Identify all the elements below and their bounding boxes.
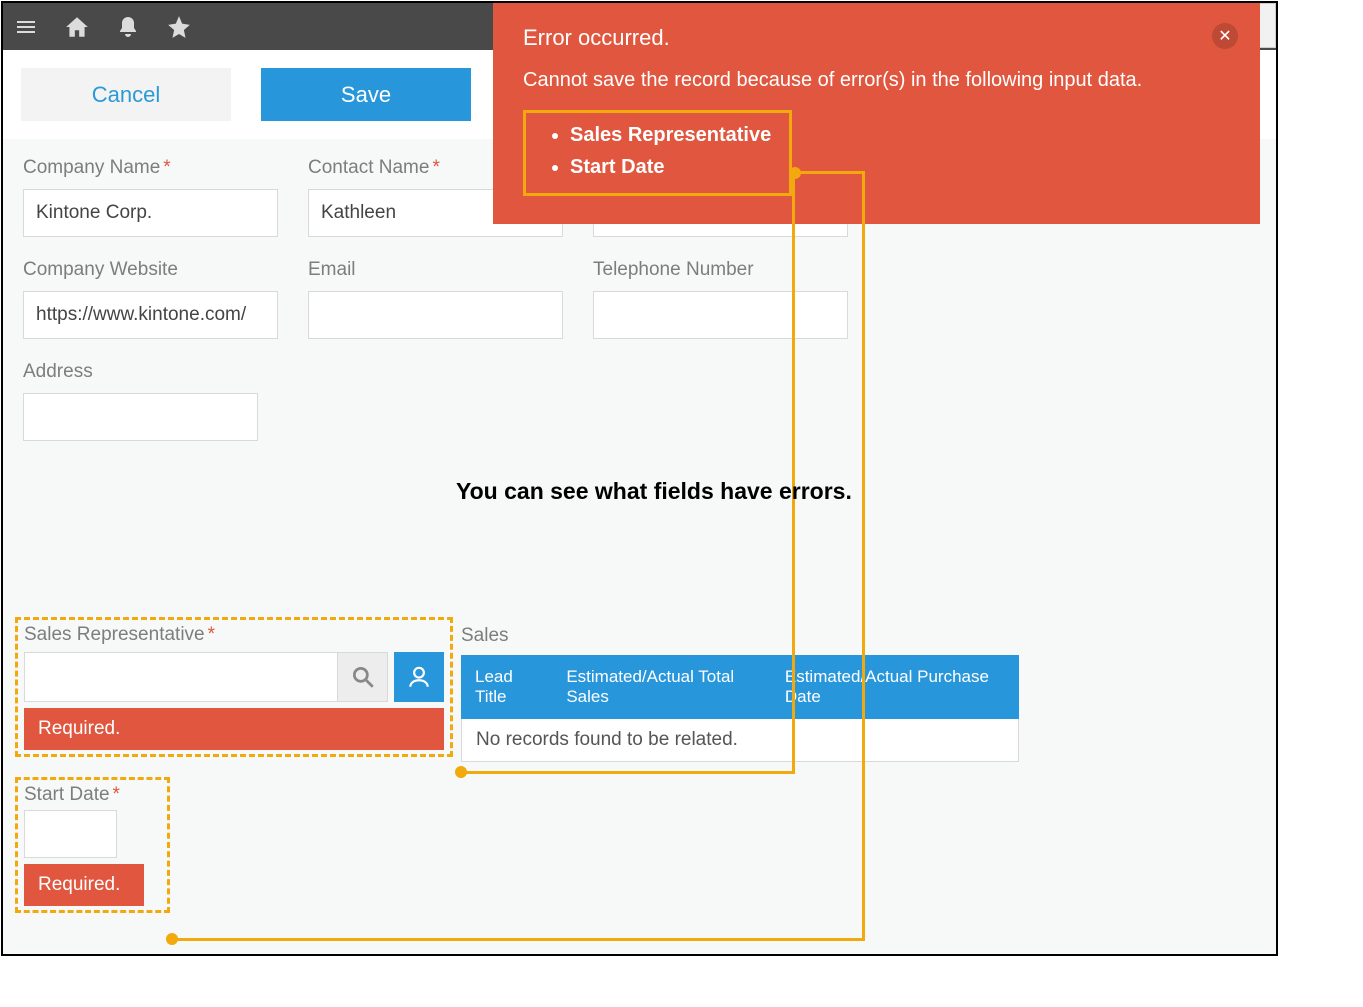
connector-line [172,938,865,941]
label-sales-rep: Sales Representative* [24,624,215,645]
label-company-name: Company Name* [23,157,278,179]
connector-line [461,771,794,774]
connector-dot [455,766,467,778]
input-company-name[interactable] [23,189,278,237]
field-sales-rep-highlight: Sales Representative* Required. [15,617,453,757]
app-frame: ✕ Error occurred. Cannot save the record… [1,1,1278,956]
star-icon[interactable] [166,14,192,40]
form-content: Company Name* Contact Name* Company Webs… [3,139,1276,954]
bell-icon[interactable] [115,14,141,40]
connector-dot [166,933,178,945]
field-address: Address [23,361,258,441]
error-start-date: Required. [24,864,144,906]
error-field-list-box: Sales Representative Start Date [523,110,792,196]
field-start-date-highlight: Start Date* Required. [15,777,170,913]
user-icon[interactable] [394,652,444,702]
label-company-website: Company Website [23,259,278,281]
error-field-item: Sales Representative [570,119,771,151]
label-telephone: Telephone Number [593,259,848,281]
error-field-item: Start Date [570,151,771,183]
close-icon[interactable]: ✕ [1212,23,1238,49]
input-company-website[interactable] [23,291,278,339]
input-telephone[interactable] [593,291,848,339]
annotation-text: You can see what fields have errors. [456,478,852,505]
error-banner: ✕ Error occurred. Cannot save the record… [493,3,1260,224]
col-est-date: Estimated/Actual Purchase Date [785,667,1005,707]
connector-line [795,171,865,174]
input-address[interactable] [23,393,258,441]
home-icon[interactable] [64,14,90,40]
field-email: Email [308,259,563,339]
cancel-button[interactable]: Cancel [21,68,231,121]
error-message: Cannot save the record because of error(… [523,69,1230,92]
input-sales-rep[interactable] [24,652,338,702]
sales-table-header: Lead Title Estimated/Actual Total Sales … [461,655,1019,719]
search-icon[interactable] [338,652,388,702]
col-lead-title: Lead Title [475,667,541,707]
connector-dot [789,167,801,179]
label-start-date: Start Date* [24,784,120,805]
error-sales-rep: Required. [24,708,444,750]
input-email[interactable] [308,291,563,339]
label-address: Address [23,361,258,383]
sales-empty-row: No records found to be related. [461,719,1019,762]
label-email: Email [308,259,563,281]
col-est-total: Estimated/Actual Total Sales [566,667,760,707]
connector-line [792,171,795,774]
field-company-name: Company Name* [23,157,278,237]
save-button[interactable]: Save [261,68,471,121]
menu-icon[interactable] [13,14,39,40]
connector-line [862,171,865,941]
error-title: Error occurred. [523,25,1230,51]
sales-related-box: Sales Lead Title Estimated/Actual Total … [461,625,1019,762]
label-sales: Sales [461,625,1019,647]
field-company-website: Company Website [23,259,278,339]
field-telephone: Telephone Number [593,259,848,339]
input-start-date[interactable] [24,810,117,858]
